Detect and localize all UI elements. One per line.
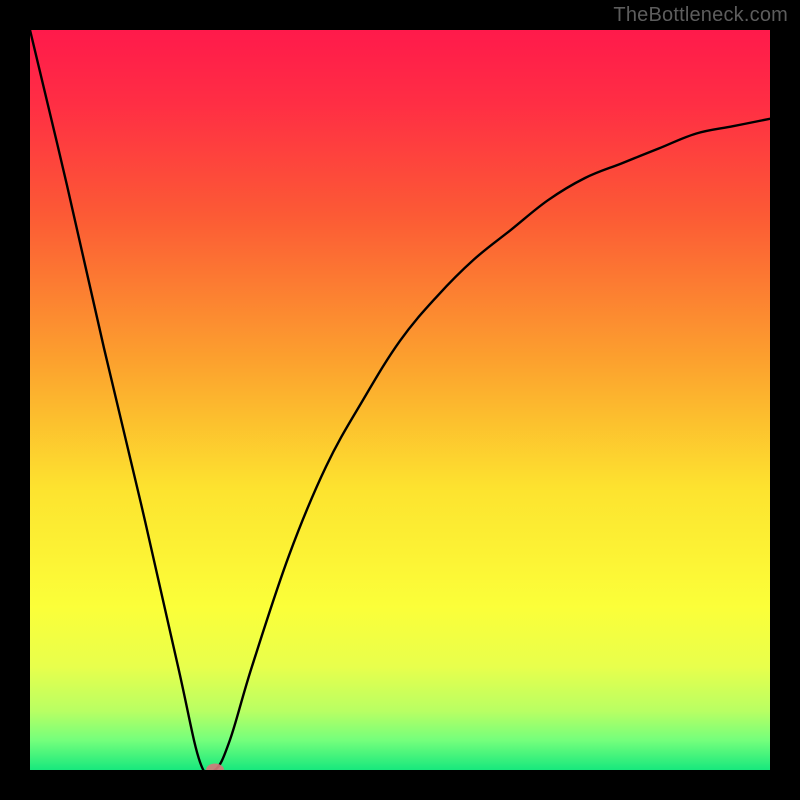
chart-frame: TheBottleneck.com <box>0 0 800 800</box>
watermark-text: TheBottleneck.com <box>613 4 788 27</box>
plot-area <box>30 30 770 770</box>
background-gradient <box>30 30 770 770</box>
